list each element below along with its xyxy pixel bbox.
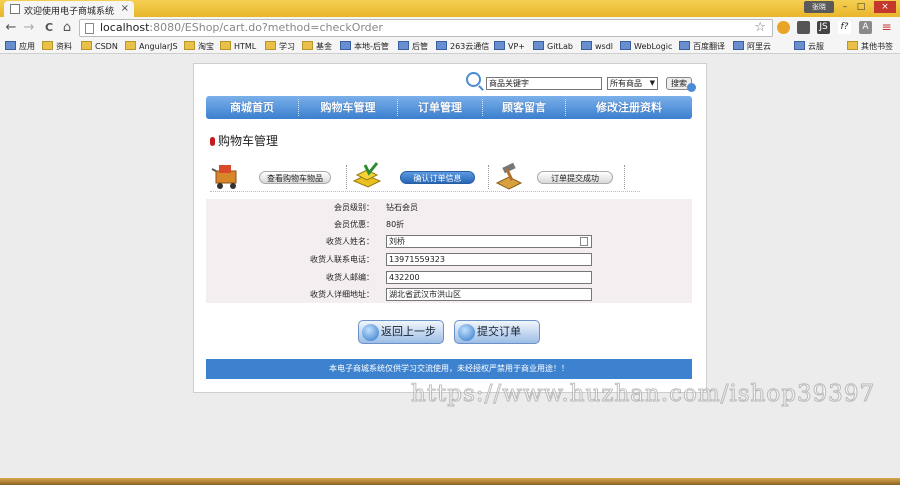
bookmark-item[interactable]: 百度翻译 — [679, 41, 725, 52]
extension-cloud-icon[interactable] — [797, 21, 810, 34]
minimize-button[interactable]: – — [838, 1, 852, 13]
menu-icon[interactable]: ≡ — [880, 21, 893, 34]
maximize-button[interactable]: □ — [854, 1, 868, 13]
recipient-address-label: 收货人详细地址： — [310, 290, 374, 299]
member-level-value: 钻石会员 — [386, 203, 418, 212]
cart-icon — [211, 165, 237, 189]
recipient-zip-field[interactable]: 432200 — [386, 271, 592, 284]
home-icon[interactable]: ⌂ — [60, 20, 74, 36]
bookmark-star-icon[interactable]: ☆ — [754, 20, 766, 36]
recipient-name-field[interactable]: 刘桥 — [386, 235, 592, 248]
search-input[interactable]: 商品关键字 — [486, 77, 602, 90]
recipient-name-label: 收货人姓名： — [326, 237, 374, 246]
menu-item-messages[interactable]: 顾客留言 — [483, 96, 565, 119]
tab-title: 欢迎使用电子商城系统 — [24, 7, 115, 17]
bookmark-item[interactable]: CSDN — [81, 41, 118, 52]
bookmark-item[interactable]: 本地-后管 — [340, 41, 389, 52]
section-title: 购物车管理 — [210, 132, 278, 149]
search-button[interactable]: 搜索 — [666, 77, 696, 92]
bookmark-item[interactable]: 资料 — [42, 41, 72, 52]
step-view-cart: 查看购物车物品 — [259, 171, 331, 184]
form-row-name: 收货人姓名： 刘桥 — [206, 233, 692, 250]
bookmarks-bar: 应用 资料 CSDN AngularJS 淘宝 HTML 学习 基金 本地-后管… — [0, 39, 900, 54]
autofill-icon[interactable] — [580, 237, 588, 246]
member-discount-value: 80折 — [386, 220, 405, 229]
form-row-phone: 收货人联系电话： 13971559323 — [206, 251, 692, 268]
extension-angular-icon[interactable]: A — [859, 21, 872, 34]
recipient-name-value: 刘桥 — [389, 237, 405, 246]
submit-icon — [458, 324, 475, 341]
form-row-zip: 收货人邮编： 432200 — [206, 269, 692, 286]
bookmark-item[interactable]: 263云通信 — [436, 41, 489, 52]
step-order-success: 订单提交成功 — [537, 171, 613, 184]
member-level-label: 会员级别： — [334, 203, 374, 212]
hammer-icon — [495, 162, 523, 190]
bookmark-item[interactable]: wsdl — [581, 41, 613, 52]
bookmark-item[interactable]: HTML — [220, 41, 256, 52]
steps-divider — [210, 191, 640, 192]
form-row-member-level: 会员级别： 钻石会员 — [206, 199, 692, 216]
browser-toolbar: ← → C ⌂ localhost:8080/EShop/cart.do?met… — [0, 17, 900, 39]
profile-badge[interactable]: 张晓 — [804, 1, 834, 13]
gold-bars-icon — [352, 162, 382, 188]
extension-flame-icon[interactable] — [777, 21, 790, 34]
page-favicon-icon — [10, 4, 20, 14]
menu-item-cart[interactable]: 购物车管理 — [299, 96, 397, 119]
bookmark-item[interactable]: WebLogic — [620, 41, 672, 52]
recipient-phone-label: 收货人联系电话： — [310, 255, 374, 264]
url-host: localhost — [100, 21, 150, 34]
back-arrow-icon — [362, 324, 379, 341]
reload-icon[interactable]: C — [42, 20, 56, 36]
recipient-zip-label: 收货人邮编： — [326, 273, 374, 282]
os-taskbar — [0, 478, 900, 485]
tab-close-icon[interactable]: × — [121, 3, 129, 14]
recipient-address-field[interactable]: 湖北省武汉市洪山区 — [386, 288, 592, 301]
bookmark-item[interactable]: VP+ — [494, 41, 525, 52]
bookmark-item[interactable]: 学习 — [265, 41, 295, 52]
recipient-phone-field[interactable]: 13971559323 — [386, 253, 592, 266]
category-select[interactable]: 所有商品 ▼ — [607, 77, 658, 90]
extension-function-icon[interactable]: f? — [838, 21, 851, 34]
bookmark-item[interactable]: 应用 — [5, 41, 35, 52]
search-icon — [466, 72, 481, 87]
bookmark-item[interactable]: 其他书签 — [847, 41, 893, 52]
form-row-address: 收货人详细地址： 湖北省武汉市洪山区 — [206, 286, 692, 303]
browser-titlebar: 欢迎使用电子商城系统 × 张晓 – □ × — [0, 0, 900, 17]
menu-item-profile[interactable]: 修改注册资料 — [566, 96, 692, 119]
bookmark-item[interactable]: GitLab — [533, 41, 573, 52]
form-row-member-discount: 会员优惠： 80折 — [206, 216, 692, 233]
step-divider — [488, 165, 489, 189]
extension-chat-icon[interactable]: JS — [817, 21, 830, 34]
member-discount-label: 会员优惠： — [334, 220, 374, 229]
back-icon[interactable]: ← — [4, 20, 18, 36]
browser-tab[interactable]: 欢迎使用电子商城系统 × — [4, 1, 134, 17]
close-window-button[interactable]: × — [874, 1, 896, 13]
bookmark-item[interactable]: 阿里云 — [733, 41, 771, 52]
back-button-label: 返回上一步 — [381, 325, 436, 338]
section-title-text: 购物车管理 — [218, 134, 279, 148]
bookmark-item[interactable]: 后管 — [398, 41, 428, 52]
step-confirm-order: 确认订单信息 — [400, 171, 475, 184]
step-divider — [346, 165, 347, 189]
chevron-down-icon: ▼ — [649, 79, 655, 87]
bullet-icon — [210, 137, 215, 146]
watermark-text: https://www.huzhan.com/ishop39397 — [410, 381, 876, 408]
menu-item-orders[interactable]: 订单管理 — [398, 96, 482, 119]
forward-icon[interactable]: → — [22, 20, 36, 36]
menu-item-home[interactable]: 商城首页 — [206, 96, 298, 119]
address-bar[interactable]: localhost:8080/EShop/cart.do?method=chec… — [79, 19, 773, 37]
bookmark-item[interactable]: AngularJS — [125, 41, 178, 52]
main-menu: 商城首页 购物车管理 订单管理 顾客留言 修改注册资料 — [206, 96, 692, 119]
category-select-value: 所有商品 — [610, 79, 642, 88]
page-icon — [85, 23, 94, 34]
back-button[interactable]: 返回上一步 — [358, 320, 444, 344]
footer-notice: 本电子商城系统仅供学习交流使用，未经授权严禁用于商业用途！！ — [206, 359, 692, 379]
step-divider — [624, 165, 625, 189]
bookmark-item[interactable]: 淘宝 — [184, 41, 214, 52]
bookmark-item[interactable]: 云服 — [794, 41, 824, 52]
submit-order-button[interactable]: 提交订单 — [454, 320, 540, 344]
submit-button-label: 提交订单 — [477, 325, 521, 338]
bookmark-item[interactable]: 基金 — [302, 41, 332, 52]
url-path: :8080/EShop/cart.do?method=checkOrder — [149, 21, 383, 34]
